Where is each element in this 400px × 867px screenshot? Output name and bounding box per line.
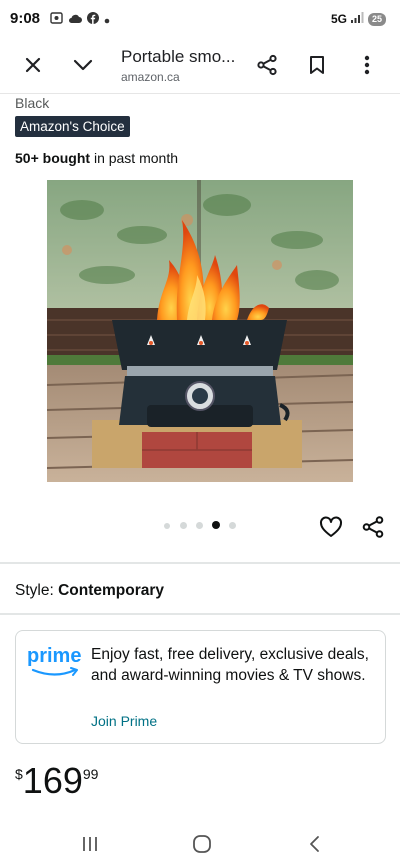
style-label: Style: xyxy=(15,582,59,599)
signal-icon xyxy=(350,10,364,28)
bookmark-button[interactable] xyxy=(302,50,332,80)
prime-logo-text: prime xyxy=(27,645,82,667)
bought-suffix: in past month xyxy=(90,150,178,166)
carousel-dot[interactable] xyxy=(196,522,203,529)
bought-in-past-month: 50+ bought in past month xyxy=(15,150,178,166)
more-vertical-icon xyxy=(364,55,370,75)
dot-icon xyxy=(104,11,110,29)
recent-apps-icon xyxy=(83,837,97,851)
page-title: Portable smo... xyxy=(121,47,236,66)
share-icon xyxy=(257,54,277,76)
carousel-dot[interactable] xyxy=(229,522,236,529)
chevron-down-icon xyxy=(73,59,93,71)
home-button[interactable] xyxy=(190,832,214,856)
expand-button[interactable] xyxy=(68,50,98,80)
bought-count: 50+ bought xyxy=(15,150,91,166)
recent-apps-button[interactable] xyxy=(78,832,102,856)
join-prime-link[interactable]: Join Prime xyxy=(91,713,157,729)
price-currency: $ xyxy=(15,766,23,782)
cloud-icon xyxy=(68,11,82,29)
product-share-button[interactable] xyxy=(360,514,386,540)
more-options-button[interactable] xyxy=(352,50,382,80)
close-button[interactable] xyxy=(18,50,48,80)
back-icon xyxy=(310,836,319,852)
page-domain: amazon.ca xyxy=(121,70,180,84)
section-divider xyxy=(0,562,400,564)
carousel-dot[interactable] xyxy=(180,522,187,529)
status-time: 9:08 xyxy=(10,10,41,27)
screenshot-icon xyxy=(50,11,63,29)
back-button[interactable] xyxy=(302,832,326,856)
close-icon xyxy=(25,57,41,73)
system-nav-bar xyxy=(0,820,400,867)
carousel-dot-active[interactable] xyxy=(212,521,220,529)
section-divider xyxy=(0,613,400,615)
share-icon xyxy=(362,516,384,538)
share-button[interactable] xyxy=(252,50,282,80)
style-selector[interactable]: Style: Contemporary xyxy=(15,582,164,600)
network-label: 5G xyxy=(330,12,347,26)
fire-pit-photo xyxy=(47,180,353,482)
prime-smile-icon xyxy=(31,667,78,676)
battery-indicator: 25 xyxy=(367,12,386,26)
price: $ 169 99 xyxy=(15,762,98,800)
status-indicators: 5G 25 xyxy=(331,10,386,28)
home-icon xyxy=(193,835,211,853)
status-bar: 9:08 5G 25 xyxy=(0,0,400,36)
notification-icons xyxy=(50,11,110,29)
price-fraction: 99 xyxy=(82,766,99,782)
prime-promo-card: prime Enjoy fast, free delivery, exclusi… xyxy=(15,630,386,744)
prime-description: Enjoy fast, free delivery, exclusive dea… xyxy=(91,646,369,684)
carousel-dot[interactable] xyxy=(164,523,170,529)
wishlist-button[interactable] xyxy=(318,514,344,540)
product-color: Black xyxy=(15,95,50,111)
heart-icon xyxy=(320,516,342,537)
prime-logo: prime xyxy=(27,645,83,679)
style-value: Contemporary xyxy=(58,582,165,599)
browser-header: Portable smo... amazon.ca xyxy=(0,36,400,94)
product-image[interactable] xyxy=(47,180,353,482)
price-whole: 169 xyxy=(22,760,83,801)
amazons-choice-badge: Amazon's Choice xyxy=(15,116,130,137)
facebook-icon xyxy=(87,11,99,29)
bookmark-icon xyxy=(310,56,324,74)
